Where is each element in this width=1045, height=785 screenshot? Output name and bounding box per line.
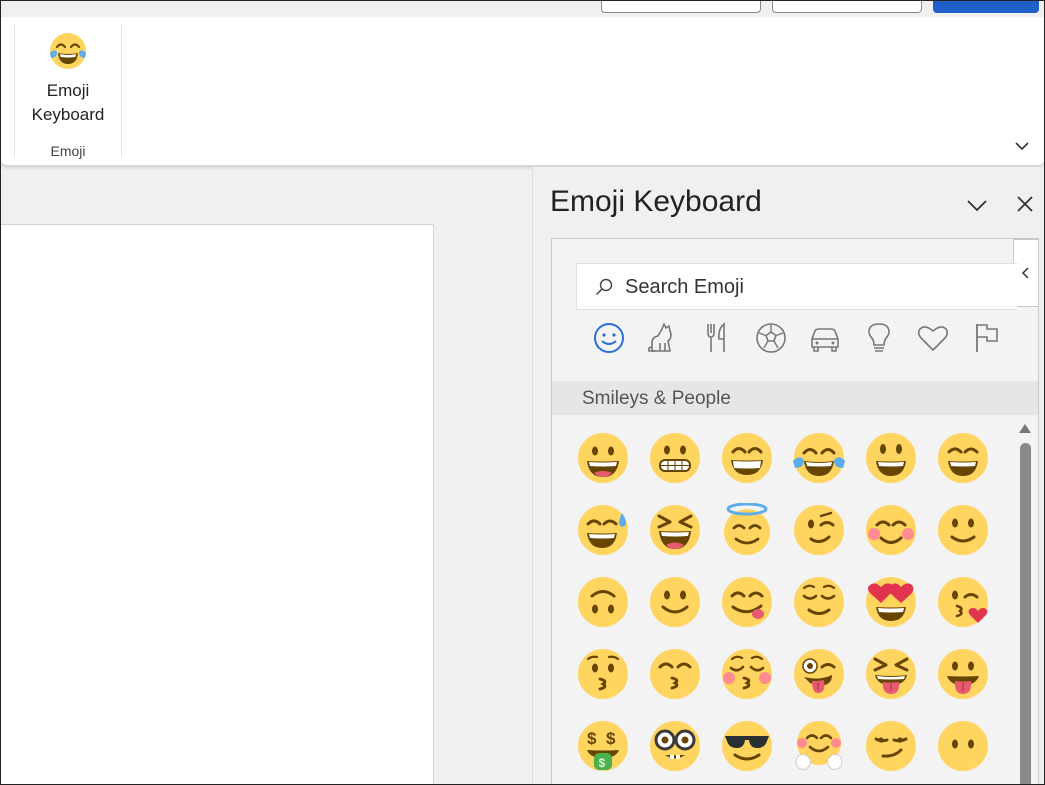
- search-icon: [595, 278, 613, 296]
- ribbon-divider: [14, 25, 15, 157]
- nerd-emoji[interactable]: [648, 719, 702, 773]
- joy-emoji-icon: [50, 33, 86, 69]
- kissing-emoji[interactable]: [576, 647, 630, 701]
- svg-text:$: $: [599, 756, 606, 770]
- emoji-keyboard-label: Emoji Keyboard: [31, 81, 105, 124]
- flags-icon: [976, 324, 998, 352]
- category-flags[interactable]: [970, 321, 1008, 359]
- svg-text:$: $: [606, 729, 616, 748]
- smileys-icon: [594, 323, 624, 353]
- yum-emoji[interactable]: [720, 575, 774, 629]
- wink-emoji[interactable]: [792, 503, 846, 557]
- tongue-emoji[interactable]: [936, 647, 990, 701]
- app-window: Emoji Keyboard Emoji Emoji Keyboard Sear…: [0, 0, 1045, 785]
- emoji-search-box[interactable]: [576, 263, 1017, 310]
- section-title: Smileys & People: [582, 388, 731, 409]
- chevron-down-icon[interactable]: [965, 195, 989, 215]
- category-symbols[interactable]: [916, 321, 954, 359]
- emoji-keyboard-pane: Emoji Keyboard Search Emoji Smileys & Pe…: [532, 167, 1044, 784]
- smile-emoji[interactable]: [936, 431, 990, 485]
- animals-icon: [648, 323, 672, 352]
- sweat-smile-emoji[interactable]: [576, 503, 630, 557]
- scroll-up-arrow-icon[interactable]: [1018, 422, 1032, 434]
- halo-emoji[interactable]: [720, 503, 774, 557]
- category-food[interactable]: [700, 321, 738, 359]
- travel-icon: [811, 328, 839, 352]
- food-icon: [707, 322, 725, 352]
- top-button-primary[interactable]: [933, 1, 1039, 13]
- grimacing-emoji[interactable]: [648, 431, 702, 485]
- heart-eyes-emoji[interactable]: [864, 575, 918, 629]
- beaming-emoji[interactable]: [720, 431, 774, 485]
- smirk-emoji[interactable]: [864, 719, 918, 773]
- chevron-left-icon: [1021, 267, 1029, 279]
- upside-down-emoji[interactable]: [576, 575, 630, 629]
- smiley-emoji[interactable]: [864, 431, 918, 485]
- close-icon[interactable]: [1015, 194, 1035, 214]
- svg-text:$: $: [587, 729, 597, 748]
- sunglasses-emoji[interactable]: [720, 719, 774, 773]
- category-objects[interactable]: [862, 321, 900, 359]
- symbols-icon: [917, 326, 949, 351]
- kissing-smiling-eyes-emoji[interactable]: [648, 647, 702, 701]
- hugging-emoji[interactable]: [792, 719, 846, 773]
- section-header: Smileys & People: [552, 381, 1038, 415]
- emoji-keyboard-button[interactable]: Emoji Keyboard: [21, 31, 115, 131]
- category-animals[interactable]: [646, 321, 684, 359]
- category-smileys[interactable]: [592, 321, 630, 359]
- search-input[interactable]: [623, 273, 1007, 301]
- top-button-left[interactable]: [601, 1, 761, 13]
- category-activity[interactable]: [754, 321, 792, 359]
- top-button-middle[interactable]: [772, 1, 922, 13]
- blush-emoji[interactable]: [864, 503, 918, 557]
- kissing-closed-eyes-emoji[interactable]: [720, 647, 774, 701]
- money-mouth-emoji[interactable]: $ $ $: [576, 719, 630, 773]
- category-travel[interactable]: [808, 321, 846, 359]
- winking-tongue-emoji[interactable]: [792, 647, 846, 701]
- relieved-emoji[interactable]: [792, 575, 846, 629]
- ribbon-divider: [121, 25, 122, 157]
- slight-smile-emoji[interactable]: [936, 503, 990, 557]
- ribbon-group-label: Emoji: [50, 143, 86, 159]
- document-page[interactable]: [1, 224, 434, 784]
- chevron-down-icon[interactable]: [1011, 135, 1033, 157]
- no-mouth-emoji[interactable]: [936, 719, 990, 773]
- objects-icon: [868, 323, 890, 352]
- joy-emoji[interactable]: [792, 431, 846, 485]
- laughing-emoji[interactable]: [648, 503, 702, 557]
- scrollbar-thumb[interactable]: [1020, 443, 1031, 784]
- emoji-picker: Smileys & People: [551, 238, 1039, 784]
- grinning-emoji[interactable]: [576, 431, 630, 485]
- activity-icon: [756, 323, 786, 353]
- slight-smile-emoji[interactable]: [648, 575, 702, 629]
- ribbon: Emoji Keyboard Emoji: [1, 17, 1044, 166]
- squinting-tongue-emoji[interactable]: [864, 647, 918, 701]
- pane-title: Emoji Keyboard: [550, 185, 762, 218]
- kissing-heart-emoji[interactable]: [936, 575, 990, 629]
